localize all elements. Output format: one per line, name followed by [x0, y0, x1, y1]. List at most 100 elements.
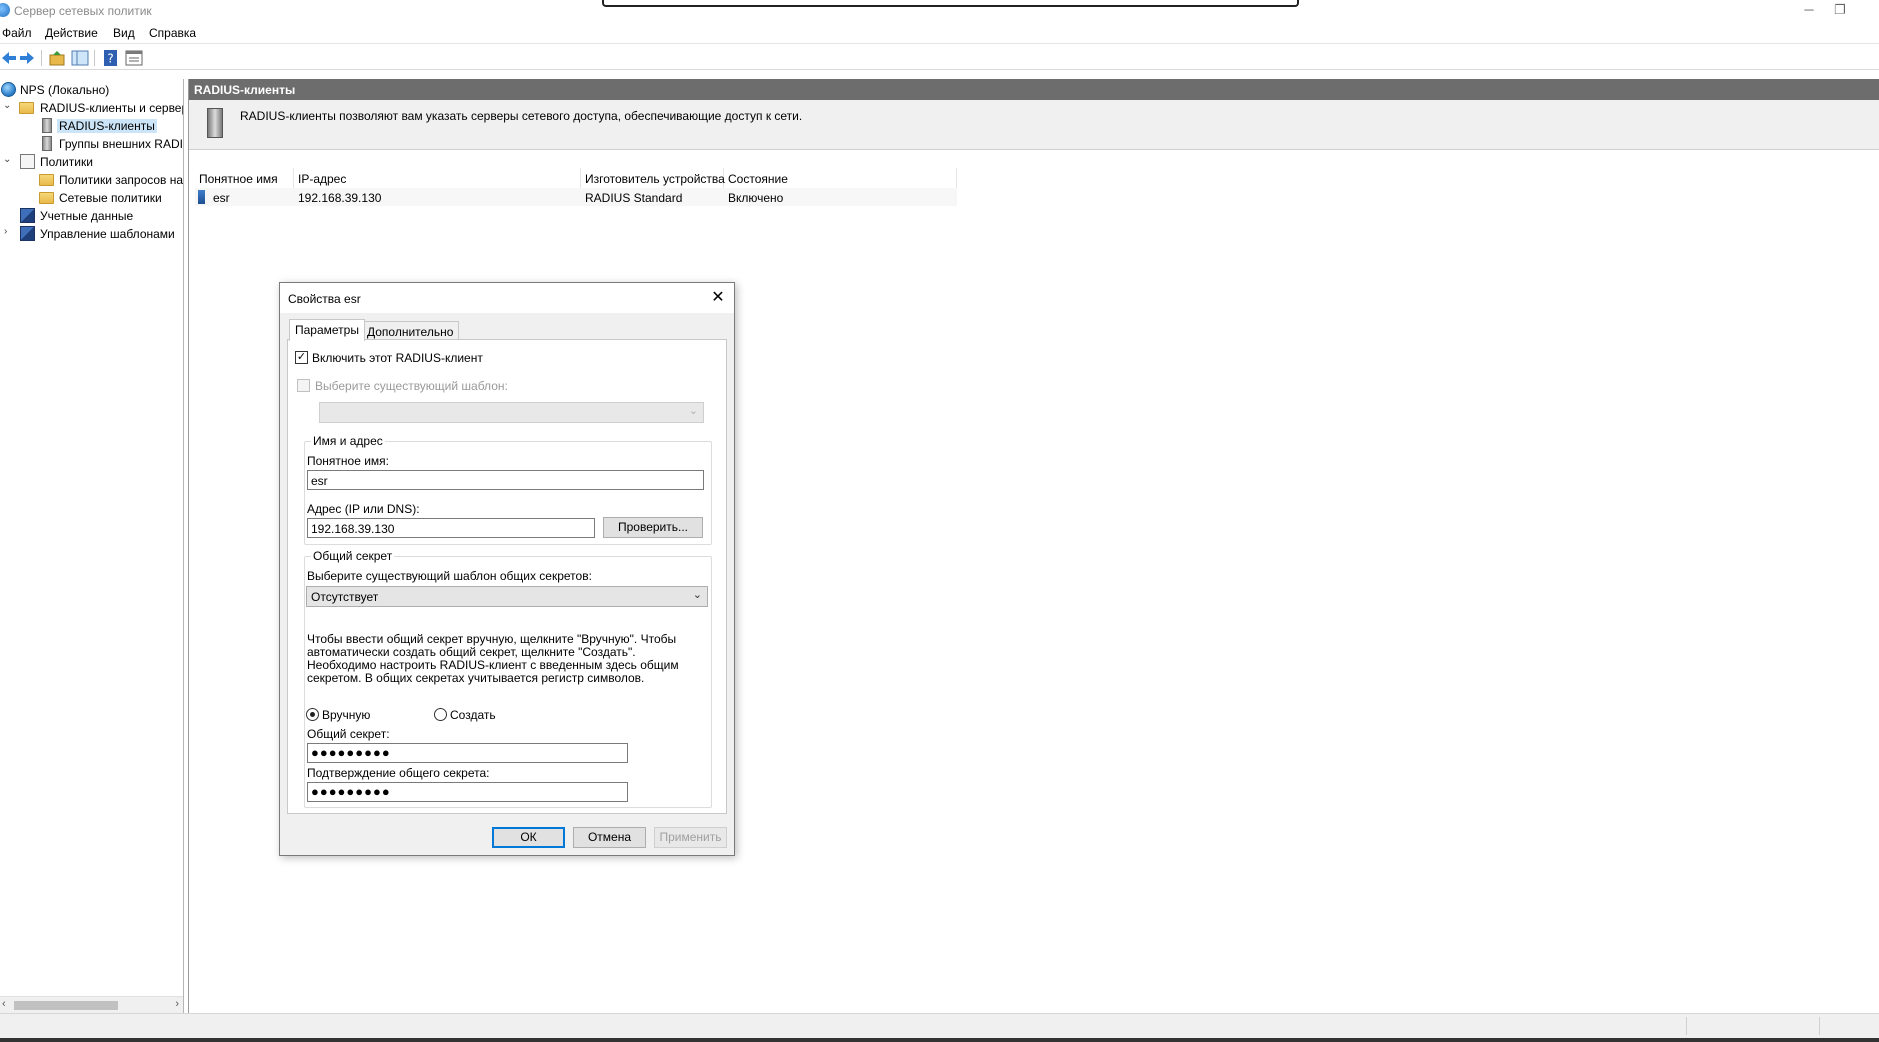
accounting-icon: [20, 208, 35, 223]
cell-vendor: RADIUS Standard: [585, 191, 683, 205]
svg-text:?: ?: [107, 52, 113, 66]
minimize-icon[interactable]: ─: [1798, 2, 1820, 18]
apply-button[interactable]: Применить: [654, 827, 727, 848]
friendly-name-field[interactable]: esr: [307, 470, 704, 490]
tree-item-remote-radius-server-groups[interactable]: Группы внешних RADIUS-серверов: [0, 135, 183, 153]
column-header-ip-address[interactable]: IP-адрес: [294, 168, 581, 188]
column-header-state[interactable]: Состояние: [724, 168, 957, 188]
table-row[interactable]: esr 192.168.39.130 RADIUS Standard Включ…: [195, 188, 957, 206]
use-template-label: Выберите существующий шаблон:: [315, 379, 508, 393]
friendly-name-label: Понятное имя:: [307, 454, 390, 468]
folder-icon: [19, 102, 34, 114]
cell-state: Включено: [728, 191, 784, 205]
back-arrow-icon[interactable]: [0, 49, 18, 67]
tree-horizontal-scrollbar[interactable]: ‹ ›: [0, 996, 183, 1013]
enable-radius-client-label: Включить этот RADIUS-клиент: [312, 351, 483, 365]
tree-item-label: Учетные данные: [40, 209, 134, 223]
server-icon: [42, 118, 52, 133]
generate-radio[interactable]: [434, 708, 447, 721]
address-field[interactable]: 192.168.39.130: [307, 518, 595, 538]
details-description-banner: RADIUS-клиенты позволяют вам указать сер…: [189, 100, 1879, 150]
name-address-group-title: Имя и адрес: [311, 434, 385, 448]
up-folder-icon[interactable]: [48, 49, 66, 67]
generate-radio-label: Создать: [450, 708, 496, 722]
console-tree[interactable]: NPS (Локально) ⌄ RADIUS-клиенты и сервер…: [0, 79, 184, 1013]
tree-item-label: NPS (Локально): [20, 83, 110, 97]
tree-item-radius-clients-and-servers[interactable]: ⌄ RADIUS-клиенты и серверы: [0, 99, 184, 117]
confirm-secret-label: Подтверждение общего секрета:: [307, 766, 490, 780]
tree-item-network-policies[interactable]: Сетевые политики: [0, 189, 183, 207]
templates-icon: [20, 226, 35, 241]
dialog-title-bar: Свойства esr ✕: [280, 283, 734, 313]
toolbar-separator: [94, 50, 95, 66]
window-bottom-edge: [0, 1038, 1879, 1042]
tree-item-label: RADIUS-клиенты и серверы: [40, 101, 184, 115]
secret-template-select[interactable]: Отсутствует ⌄: [306, 586, 708, 607]
tree-item-accounting[interactable]: Учетные данные: [0, 207, 183, 225]
enable-radius-client-checkbox[interactable]: ✓: [295, 351, 308, 364]
use-template-checkbox[interactable]: [297, 379, 310, 392]
secret-template-value: Отсутствует: [311, 590, 379, 604]
properties-window-icon[interactable]: [125, 49, 143, 67]
manual-radio[interactable]: [306, 708, 319, 721]
chevron-down-icon: ⌄: [688, 405, 698, 417]
forward-arrow-icon[interactable]: [18, 49, 36, 67]
tree-item-radius-clients[interactable]: RADIUS-клиенты: [0, 117, 183, 135]
tree-item-templates-management[interactable]: › Управление шаблонами: [0, 225, 183, 243]
toolbar-separator: [41, 50, 42, 66]
shared-secret-field[interactable]: ●●●●●●●●●: [307, 743, 628, 763]
nps-app-icon: [0, 3, 10, 17]
scroll-left-icon[interactable]: ‹: [2, 998, 6, 1010]
column-header-vendor[interactable]: Изготовитель устройства: [581, 168, 725, 188]
cell-friendly-name: esr: [213, 191, 230, 205]
secret-help-text: Чтобы ввести общий секрет вручную, щелкн…: [307, 632, 679, 685]
column-header-friendly-name[interactable]: Понятное имя: [195, 168, 294, 188]
tab-settings[interactable]: Параметры: [289, 319, 365, 341]
folder-icon: [39, 174, 54, 186]
scroll-right-icon[interactable]: ›: [175, 998, 179, 1010]
template-select[interactable]: ⌄: [319, 402, 704, 423]
verify-button[interactable]: Проверить...: [603, 517, 703, 538]
tree-item-nps-root[interactable]: NPS (Локально): [0, 81, 183, 99]
server-icon: [207, 108, 223, 138]
restore-icon[interactable]: ❐: [1829, 2, 1851, 18]
confirm-secret-field[interactable]: ●●●●●●●●●: [307, 782, 628, 802]
details-pane-title: RADIUS-клиенты: [189, 79, 1879, 100]
scrollbar-thumb[interactable]: [14, 1001, 118, 1010]
show-hide-console-tree-icon[interactable]: [71, 49, 89, 67]
chevron-down-icon[interactable]: ⌄: [3, 154, 13, 165]
tree-item-label: Группы внешних RADIUS-серверов: [59, 137, 183, 151]
chevron-right-icon[interactable]: ›: [4, 226, 14, 237]
tree-item-label: Сетевые политики: [59, 191, 162, 205]
toolbar: ?: [0, 46, 1879, 70]
tab-panel-settings: ✓ Включить этот RADIUS-клиент Выберите с…: [287, 339, 727, 814]
shared-secret-label: Общий секрет:: [307, 727, 390, 741]
help-icon[interactable]: ?: [102, 49, 120, 67]
ok-button[interactable]: ОК: [492, 827, 565, 848]
menu-file[interactable]: Файл: [2, 26, 32, 40]
tree-item-label: Политики: [40, 155, 93, 169]
address-label: Адрес (IP или DNS):: [307, 502, 420, 516]
cancel-button[interactable]: Отмена: [573, 827, 646, 848]
menu-view[interactable]: Вид: [113, 26, 135, 40]
menu-help[interactable]: Справка: [149, 26, 196, 40]
tree-item-policies[interactable]: ⌄ Политики: [0, 153, 183, 171]
shared-secret-group-title: Общий секрет: [311, 549, 395, 563]
title-bar: Сервер сетевых политик ─ ❐: [0, 0, 1879, 22]
dialog-title: Свойства esr: [288, 292, 361, 306]
server-icon: [42, 136, 52, 151]
tree-item-label: Политики запросов на подключение: [59, 173, 184, 187]
close-icon[interactable]: ✕: [708, 288, 728, 308]
chevron-down-icon: ⌄: [692, 589, 702, 601]
shared-secret-group: Общий секрет Выберите существующий шабло…: [304, 549, 712, 808]
tree-item-label: Управление шаблонами: [40, 227, 175, 241]
name-address-group: Имя и адрес Понятное имя: esr Адрес (IP …: [304, 434, 712, 545]
menu-action[interactable]: Действие: [45, 26, 98, 40]
secret-template-label: Выберите существующий шаблон общих секре…: [307, 569, 592, 583]
menu-bar: Файл Действие Вид Справка: [0, 24, 1879, 44]
folder-icon: [39, 192, 54, 204]
tab-advanced[interactable]: Дополнительно: [361, 321, 460, 341]
status-divider: [1819, 1017, 1820, 1035]
chevron-down-icon[interactable]: ⌄: [3, 100, 13, 111]
tree-item-connection-request-policies[interactable]: Политики запросов на подключение: [0, 171, 184, 189]
